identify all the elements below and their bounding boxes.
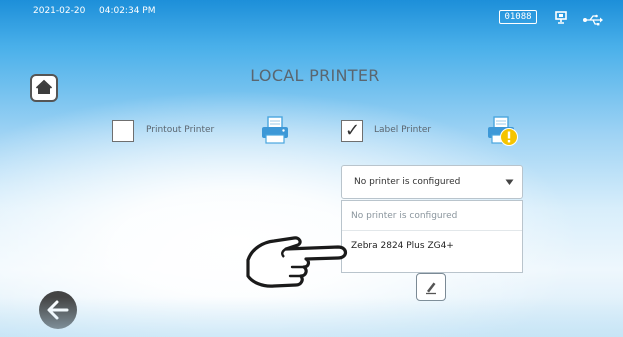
- local-printer-screen: 2021-02-20 04:02:34 PM 01088 LOCAL PRINT…: [0, 0, 623, 337]
- status-date: 2021-02-20: [33, 6, 86, 16]
- home-icon: [35, 79, 53, 94]
- label-printer-label: Label Printer: [374, 125, 432, 135]
- printout-printer-checkbox[interactable]: [112, 120, 134, 142]
- dropdown-option-label: No printer is configured: [351, 211, 458, 221]
- dropdown-option-label: Zebra 2824 Plus ZG4+: [351, 241, 454, 251]
- usb-icon: [582, 11, 604, 30]
- printer-select[interactable]: No printer is configured: [341, 165, 523, 199]
- pointing-hand-icon: [238, 232, 350, 296]
- back-button[interactable]: [38, 290, 78, 330]
- back-arrow-icon: [39, 291, 77, 329]
- status-time: 04:02:34 PM: [99, 6, 156, 16]
- dropdown-option[interactable]: Zebra 2824 Plus ZG4+: [342, 232, 522, 260]
- printout-printer-label: Printout Printer: [146, 125, 215, 135]
- home-button[interactable]: [30, 74, 58, 102]
- page-title: LOCAL PRINTER: [250, 66, 380, 85]
- printer-icon: [261, 115, 289, 149]
- printer-select-value: No printer is configured: [354, 177, 461, 187]
- status-bar: 2021-02-20 04:02:34 PM 01088: [0, 0, 623, 26]
- checkmark-icon: ✓: [345, 120, 361, 141]
- chevron-down-icon: [505, 179, 514, 185]
- dropdown-divider: [342, 230, 522, 231]
- label-printer-checkbox[interactable]: ✓: [341, 120, 363, 142]
- monitor-connection-icon: [554, 10, 568, 29]
- printer-dropdown-list: No printer is configured Zebra 2824 Plus…: [341, 200, 523, 273]
- printer-warning-icon: [487, 115, 519, 151]
- pencil-icon: [426, 282, 436, 295]
- dropdown-option[interactable]: No printer is configured: [342, 202, 522, 230]
- edit-button[interactable]: [416, 273, 446, 301]
- counter-badge: 01088: [499, 10, 537, 24]
